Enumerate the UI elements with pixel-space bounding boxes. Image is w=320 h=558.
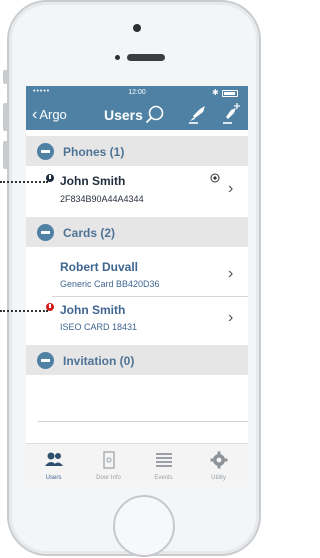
tab-label: Utility xyxy=(211,475,226,481)
front-camera xyxy=(133,24,141,32)
bluetooth-icon: ✱ xyxy=(212,88,219,97)
user-detail: ISEO CARD 18431 xyxy=(60,322,138,332)
user-name: Robert Duvall xyxy=(60,260,139,274)
section-label: Cards (2) xyxy=(63,226,116,240)
back-label: Argo xyxy=(39,107,67,122)
earpiece-speaker xyxy=(127,54,165,61)
tab-door-info[interactable]: Door Info xyxy=(81,444,136,484)
battery-icon xyxy=(222,90,238,97)
search-icon[interactable] xyxy=(144,103,166,125)
user-detail: Generic Card BB420D36 xyxy=(60,279,160,289)
proximity-sensor xyxy=(115,55,120,60)
page-title: Users xyxy=(104,107,143,123)
door-info-icon xyxy=(103,451,115,469)
collapse-icon xyxy=(37,352,54,369)
users-icon xyxy=(45,452,63,466)
divider xyxy=(38,421,248,422)
chevron-left-icon: ‹ xyxy=(32,106,38,123)
tab-utility[interactable]: Utility xyxy=(191,444,246,484)
volume-up-button[interactable] xyxy=(3,103,8,131)
list-item[interactable]: John Smith 2F834B90A44A4344 › xyxy=(26,167,248,213)
user-name: John Smith xyxy=(60,174,126,188)
tab-events[interactable]: Events xyxy=(136,444,191,484)
key-icon xyxy=(210,173,220,183)
section-cards[interactable]: Cards (2) xyxy=(26,217,248,247)
user-name: John Smith xyxy=(60,303,126,317)
callout-line-card xyxy=(0,310,48,312)
add-user-icon[interactable] xyxy=(220,103,242,125)
user-detail: 2F834B90A44A4344 xyxy=(60,194,144,204)
tab-label: Events xyxy=(154,475,173,481)
section-label: Invitation (0) xyxy=(63,354,135,368)
chevron-right-icon: › xyxy=(228,309,234,326)
gear-icon xyxy=(210,451,228,469)
callout-line-phone xyxy=(0,181,48,183)
home-button[interactable] xyxy=(113,495,175,557)
back-button[interactable]: ‹ Argo xyxy=(32,106,67,123)
collapse-icon xyxy=(37,143,54,160)
volume-down-button[interactable] xyxy=(3,141,8,169)
collapse-icon xyxy=(37,224,54,241)
tab-users[interactable]: Users xyxy=(26,444,81,484)
events-icon xyxy=(156,453,172,467)
mute-switch[interactable] xyxy=(3,70,8,84)
section-invitation[interactable]: Invitation (0) xyxy=(26,345,248,375)
list-item[interactable]: John Smith ISEO CARD 18431 › xyxy=(26,297,248,342)
section-label: Phones (1) xyxy=(63,145,125,159)
tab-label: Door Info xyxy=(96,475,121,481)
tab-bar: Users Door Info Events Utility xyxy=(26,443,248,484)
navigation-bar: ••••• 12:00 ✱ ‹ Argo Users xyxy=(26,86,248,130)
list-item[interactable]: Robert Duvall Generic Card BB420D36 › xyxy=(26,248,248,294)
app-screen: ••••• 12:00 ✱ ‹ Argo Users Phones (1) Jo… xyxy=(26,86,248,484)
sign-icon[interactable] xyxy=(186,103,208,125)
tab-label: Users xyxy=(45,475,62,481)
chevron-right-icon: › xyxy=(228,265,234,282)
chevron-right-icon: › xyxy=(228,180,234,197)
status-bar: ••••• 12:00 ✱ xyxy=(26,86,248,100)
section-phones[interactable]: Phones (1) xyxy=(26,136,248,166)
